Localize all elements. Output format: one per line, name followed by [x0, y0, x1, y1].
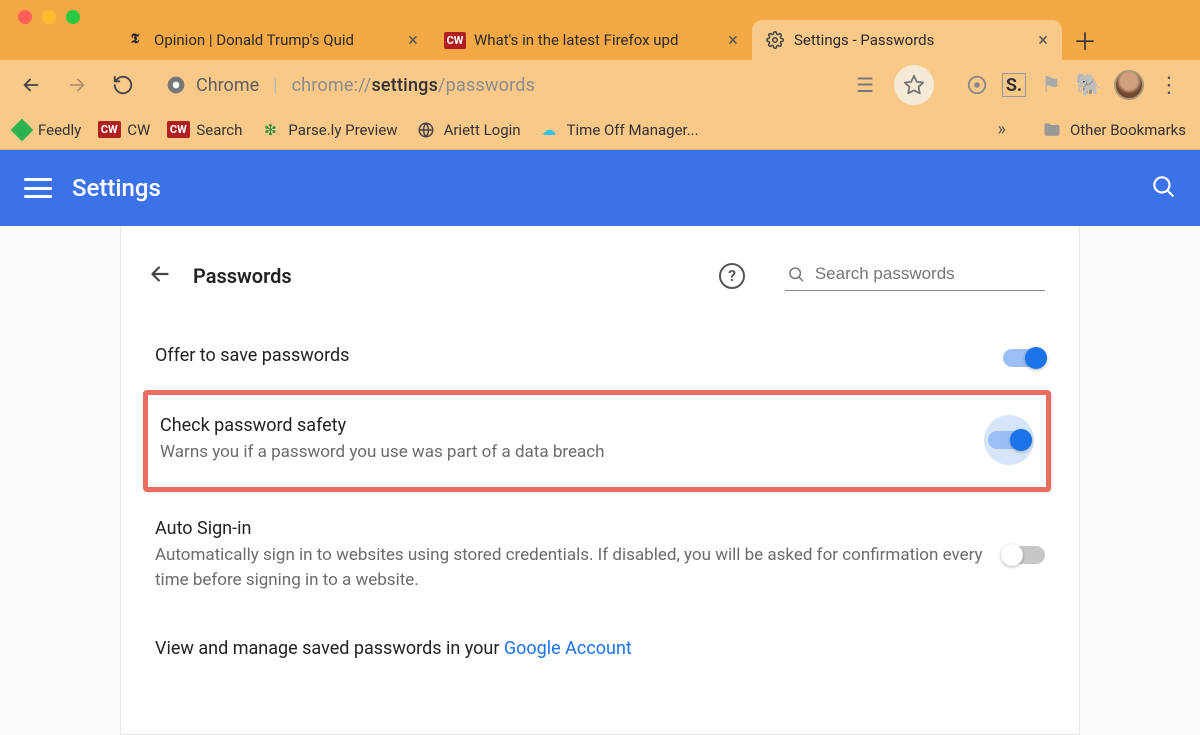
other-bookmarks-folder[interactable]: Other Bookmarks — [1042, 120, 1186, 140]
cw-icon: CW — [446, 31, 464, 49]
settings-content: Passwords ? Offer to save passwords Chec… — [0, 226, 1200, 735]
omnibox-url: chrome://settings/passwords — [292, 75, 536, 96]
bookmark-star-button[interactable] — [894, 65, 934, 105]
auto-signin-row: Auto Sign-in Automatically sign in to we… — [149, 500, 1051, 610]
feedly-icon — [11, 118, 34, 141]
search-icon — [787, 264, 805, 284]
extensions-tray: S. ⚑ 🐘 ⋮ — [964, 70, 1182, 100]
tab-settings-passwords[interactable]: Settings - Passwords × — [752, 20, 1062, 60]
gear-icon — [766, 31, 784, 49]
extension-evernote-icon[interactable]: 🐘 — [1076, 72, 1102, 98]
reload-button[interactable] — [102, 65, 144, 105]
settings-list: Offer to save passwords Check password s… — [121, 307, 1079, 663]
chrome-icon — [166, 75, 186, 95]
omnibox-host: Chrome — [196, 75, 259, 96]
reader-mode-icon[interactable]: ☰ — [856, 73, 874, 97]
globe-icon — [416, 120, 436, 140]
search-passwords-input[interactable] — [815, 264, 1043, 284]
page-title: Passwords — [193, 264, 699, 288]
bookmark-parsely-preview[interactable]: ❇ Parse.ly Preview — [260, 120, 397, 140]
setting-title: Offer to save passwords — [155, 345, 983, 366]
forward-button[interactable] — [56, 65, 98, 105]
profile-avatar[interactable] — [1114, 70, 1144, 100]
settings-search-button[interactable] — [1150, 173, 1176, 203]
close-icon[interactable]: × — [724, 31, 742, 49]
toggle-focus-halo — [984, 415, 1034, 465]
tab-nyt-opinion[interactable]: 𝕿 Opinion | Donald Trump's Quid × — [112, 20, 432, 60]
parsely-icon: ❇ — [260, 120, 280, 140]
tab-label: What's in the latest Firefox upd — [474, 31, 714, 49]
help-icon[interactable]: ? — [719, 263, 745, 289]
new-tab-button[interactable]: ＋ — [1068, 22, 1102, 56]
traffic-lights — [18, 10, 80, 24]
setting-description: Automatically sign in to websites using … — [155, 543, 983, 592]
bookmarks-bar: Feedly CW CW CW Search ❇ Parse.ly Previe… — [0, 110, 1200, 150]
window-maximize-button[interactable] — [66, 10, 80, 24]
browser-toolbar: Chrome | chrome://settings/passwords ☰ S… — [0, 60, 1200, 110]
window-close-button[interactable] — [18, 10, 32, 24]
bookmarks-overflow-button[interactable]: » — [998, 119, 1006, 140]
window-titlebar: 𝕿 Opinion | Donald Trump's Quid × CW Wha… — [0, 0, 1200, 60]
highlight-annotation: Check password safety Warns you if a pas… — [143, 390, 1051, 492]
divider: | — [273, 75, 277, 96]
view-manage-text: View and manage saved passwords in your … — [149, 610, 1051, 663]
offer-save-passwords-toggle[interactable] — [1003, 349, 1045, 367]
settings-title: Settings — [72, 174, 1150, 202]
search-passwords-field[interactable] — [785, 260, 1045, 291]
setting-description: Warns you if a password you use was part… — [160, 440, 964, 465]
check-password-safety-toggle[interactable] — [988, 431, 1030, 449]
extension-flag-icon[interactable]: ⚑ — [1038, 72, 1064, 98]
settings-app-header: Settings — [0, 150, 1200, 226]
extension-s-icon[interactable]: S. — [1002, 73, 1026, 97]
back-arrow-button[interactable] — [147, 261, 173, 291]
back-button[interactable] — [10, 65, 52, 105]
setting-title: Auto Sign-in — [155, 518, 983, 539]
offer-save-passwords-row: Offer to save passwords — [149, 327, 1051, 388]
auto-signin-toggle[interactable] — [1003, 546, 1045, 564]
setting-title: Check password safety — [160, 415, 964, 436]
tab-strip: 𝕿 Opinion | Donald Trump's Quid × CW Wha… — [112, 20, 1190, 60]
bookmark-cw[interactable]: CW CW — [99, 120, 150, 140]
cw-icon: CW — [168, 120, 188, 140]
tab-label: Settings - Passwords — [794, 31, 1024, 49]
bookmark-ariett-login[interactable]: Ariett Login — [416, 120, 521, 140]
extension-circle-icon[interactable] — [964, 72, 990, 98]
tab-label: Opinion | Donald Trump's Quid — [154, 31, 394, 49]
nyt-icon: 𝕿 — [126, 31, 144, 49]
window-minimize-button[interactable] — [42, 10, 56, 24]
google-account-link[interactable]: Google Account — [504, 638, 632, 659]
menu-button[interactable] — [24, 174, 52, 202]
tab-firefox-update[interactable]: CW What's in the latest Firefox upd × — [432, 20, 752, 60]
close-icon[interactable]: × — [1034, 31, 1052, 49]
bookmark-search[interactable]: CW Search — [168, 120, 242, 140]
bookmark-time-off-manager[interactable]: ☁ Time Off Manager... — [539, 120, 699, 140]
close-icon[interactable]: × — [404, 31, 422, 49]
card-header: Passwords ? — [121, 250, 1079, 307]
folder-icon — [1042, 120, 1062, 140]
cloud-icon: ☁ — [539, 120, 559, 140]
address-bar[interactable]: Chrome | chrome://settings/passwords ☰ — [154, 66, 946, 104]
cw-icon: CW — [99, 120, 119, 140]
bookmark-feedly[interactable]: Feedly — [14, 121, 81, 139]
browser-menu-button[interactable]: ⋮ — [1156, 72, 1182, 98]
check-password-safety-row: Check password safety Warns you if a pas… — [154, 405, 1040, 465]
passwords-card: Passwords ? Offer to save passwords Chec… — [120, 226, 1080, 735]
